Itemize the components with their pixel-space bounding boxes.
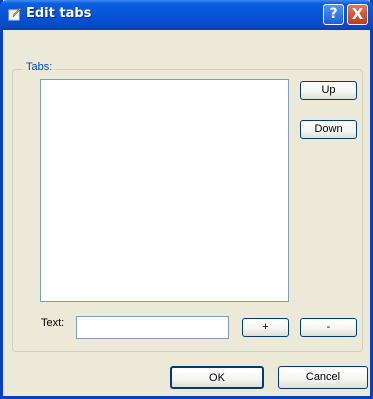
- close-button[interactable]: X: [347, 4, 368, 25]
- down-button[interactable]: Down: [300, 120, 357, 139]
- edit-pencil-icon: [8, 7, 22, 21]
- edit-tabs-dialog: Edit tabs ? X Tabs: Up Down Text: + - OK…: [0, 0, 373, 399]
- tabs-group-label: Tabs:: [23, 61, 56, 73]
- cancel-button[interactable]: Cancel: [278, 366, 368, 389]
- title-bar[interactable]: Edit tabs ? X: [0, 0, 373, 30]
- ok-button[interactable]: OK: [170, 366, 264, 389]
- remove-tab-button[interactable]: -: [300, 318, 357, 337]
- up-button[interactable]: Up: [300, 81, 357, 100]
- window-title: Edit tabs: [26, 6, 92, 21]
- add-tab-button[interactable]: +: [242, 318, 289, 337]
- text-field-label: Text:: [41, 317, 65, 329]
- tab-text-input[interactable]: [76, 316, 229, 339]
- tabs-listbox[interactable]: [40, 79, 289, 302]
- help-button[interactable]: ?: [323, 4, 344, 25]
